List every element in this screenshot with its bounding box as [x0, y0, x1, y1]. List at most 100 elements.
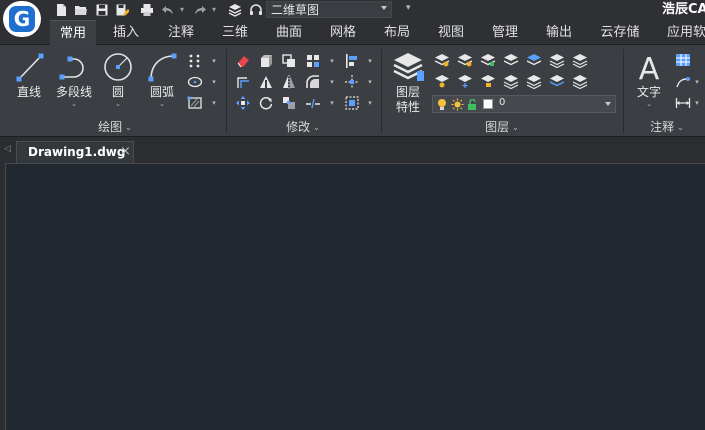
- point-button[interactable]: [185, 51, 205, 71]
- chevron-down-icon[interactable]: ⌄: [142, 100, 182, 108]
- copy-button[interactable]: [256, 51, 276, 71]
- app-logo-button[interactable]: G: [3, 1, 41, 37]
- distribute-button[interactable]: [342, 72, 362, 92]
- chevron-down-icon[interactable]: ▾: [366, 57, 374, 65]
- chevron-down-icon[interactable]: ▾: [366, 99, 374, 107]
- tab-manage[interactable]: 管理: [482, 20, 528, 45]
- chevron-down-icon[interactable]: ▾: [693, 78, 701, 86]
- chevron-down-icon[interactable]: ▾: [328, 78, 336, 86]
- annotation-panel-title[interactable]: 注释 ⌄: [626, 119, 705, 135]
- align-button[interactable]: [342, 51, 362, 71]
- polyline-icon: [59, 56, 84, 80]
- tab-view[interactable]: 视图: [428, 20, 474, 45]
- layer-previous-icon: [503, 75, 519, 89]
- chevron-down-icon[interactable]: ▾: [210, 57, 218, 65]
- layer-tool-button[interactable]: [547, 71, 567, 91]
- table-icon: [676, 54, 690, 66]
- table-button[interactable]: [673, 50, 693, 70]
- undo-dropdown-icon[interactable]: ▾: [180, 5, 188, 15]
- redo-button[interactable]: [191, 0, 209, 20]
- tab-mesh[interactable]: 网格: [320, 20, 366, 45]
- drawing-canvas[interactable]: [5, 163, 705, 430]
- hatch-button[interactable]: [185, 93, 205, 113]
- break-button[interactable]: [303, 93, 323, 113]
- ellipse-button[interactable]: [185, 72, 205, 92]
- print-button[interactable]: [138, 0, 156, 20]
- text-button[interactable]: A 文字 ⌄: [630, 49, 668, 113]
- draw-panel-title[interactable]: 绘图 ⌄: [8, 119, 222, 135]
- help-service-button[interactable]: [247, 0, 265, 20]
- fillet-button[interactable]: [303, 72, 323, 92]
- line-button[interactable]: 直线: [8, 49, 50, 113]
- tab-applications[interactable]: 应用软: [660, 20, 705, 45]
- circle-button[interactable]: 圆 ⌄: [99, 49, 137, 113]
- chevron-down-icon[interactable]: ▾: [210, 99, 218, 107]
- save-icon: [96, 4, 108, 16]
- erase-button[interactable]: [233, 51, 253, 71]
- layer-state-button[interactable]: [226, 0, 244, 20]
- chevron-down-icon[interactable]: ⌄: [630, 100, 668, 108]
- layer-select[interactable]: 0: [432, 95, 616, 113]
- scale-button[interactable]: [279, 93, 299, 113]
- chevron-down-icon[interactable]: ⌄: [52, 100, 96, 108]
- layer-tool-button[interactable]: [524, 71, 544, 91]
- save-as-button[interactable]: [113, 0, 131, 20]
- layer-tool-button[interactable]: [501, 71, 521, 91]
- leader-button[interactable]: [673, 72, 693, 92]
- app-logo-icon: G: [9, 6, 35, 32]
- tab-annotate[interactable]: 注释: [158, 20, 204, 45]
- save-button[interactable]: [93, 0, 111, 20]
- layer-properties-button[interactable]: 图层 特性: [388, 49, 428, 114]
- chevron-down-icon[interactable]: ▾: [210, 78, 218, 86]
- arc-button[interactable]: 圆弧 ⌄: [142, 49, 182, 113]
- array-button[interactable]: [303, 51, 323, 71]
- tab-insert[interactable]: 插入: [103, 20, 149, 45]
- mirror-tool-button[interactable]: [279, 72, 299, 92]
- rotate-button[interactable]: [256, 93, 276, 113]
- layer-tool-button[interactable]: [547, 50, 567, 70]
- mirror-icon: [283, 75, 295, 89]
- layer-tool-button[interactable]: [501, 50, 521, 70]
- document-tab[interactable]: Drawing1.dwg ×: [16, 141, 134, 163]
- tab-scroll-left-icon[interactable]: ◁: [4, 144, 11, 154]
- undo-button[interactable]: [159, 0, 177, 20]
- layer-tool-button[interactable]: [524, 50, 544, 70]
- tab-surface[interactable]: 曲面: [266, 20, 312, 45]
- customize-quick-access-icon[interactable]: ▾: [406, 3, 411, 13]
- chevron-down-icon[interactable]: ▾: [328, 99, 336, 107]
- tab-3d[interactable]: 三维: [212, 20, 258, 45]
- dimension-button[interactable]: [673, 93, 693, 113]
- tab-cloud-storage[interactable]: 云存储: [593, 20, 647, 45]
- modify-panel-title[interactable]: 修改 ⌄: [228, 119, 378, 135]
- layer-tool-button[interactable]: [478, 50, 498, 70]
- mirror-button[interactable]: [279, 51, 299, 71]
- chevron-down-icon[interactable]: ▾: [693, 99, 701, 107]
- layer-panel-title[interactable]: 图层 ⌄: [383, 119, 621, 135]
- chevron-down-icon[interactable]: ▾: [366, 78, 374, 86]
- line-icon: [16, 53, 44, 82]
- polyline-button[interactable]: 多段线 ⌄: [52, 49, 96, 113]
- group-button[interactable]: [342, 93, 362, 113]
- offset-button[interactable]: [233, 72, 253, 92]
- layer-tool-button[interactable]: [432, 71, 452, 91]
- chevron-down-icon[interactable]: ⌄: [99, 100, 137, 108]
- layer-tool-button[interactable]: [432, 50, 452, 70]
- layer-tool-button[interactable]: [478, 71, 498, 91]
- redo-dropdown-icon[interactable]: ▾: [212, 5, 220, 15]
- open-file-button[interactable]: [72, 0, 90, 20]
- new-file-button[interactable]: [52, 0, 70, 20]
- layer-tool-button[interactable]: [455, 71, 475, 91]
- ellipse-icon: [187, 76, 203, 88]
- layer-tool-button[interactable]: [570, 71, 590, 91]
- layer-tool-button[interactable]: [455, 50, 475, 70]
- move-button[interactable]: [233, 93, 253, 113]
- tab-home[interactable]: 常用: [50, 20, 96, 45]
- close-icon[interactable]: ×: [120, 144, 131, 159]
- layer-unlock-icon: [481, 75, 495, 87]
- tab-output[interactable]: 输出: [536, 20, 582, 45]
- chevron-down-icon[interactable]: ▾: [328, 57, 336, 65]
- trim-button[interactable]: [256, 72, 276, 92]
- layer-tool-button[interactable]: [570, 50, 590, 70]
- tab-layout[interactable]: 布局: [374, 20, 420, 45]
- workspace-select[interactable]: 二维草图: [266, 1, 392, 18]
